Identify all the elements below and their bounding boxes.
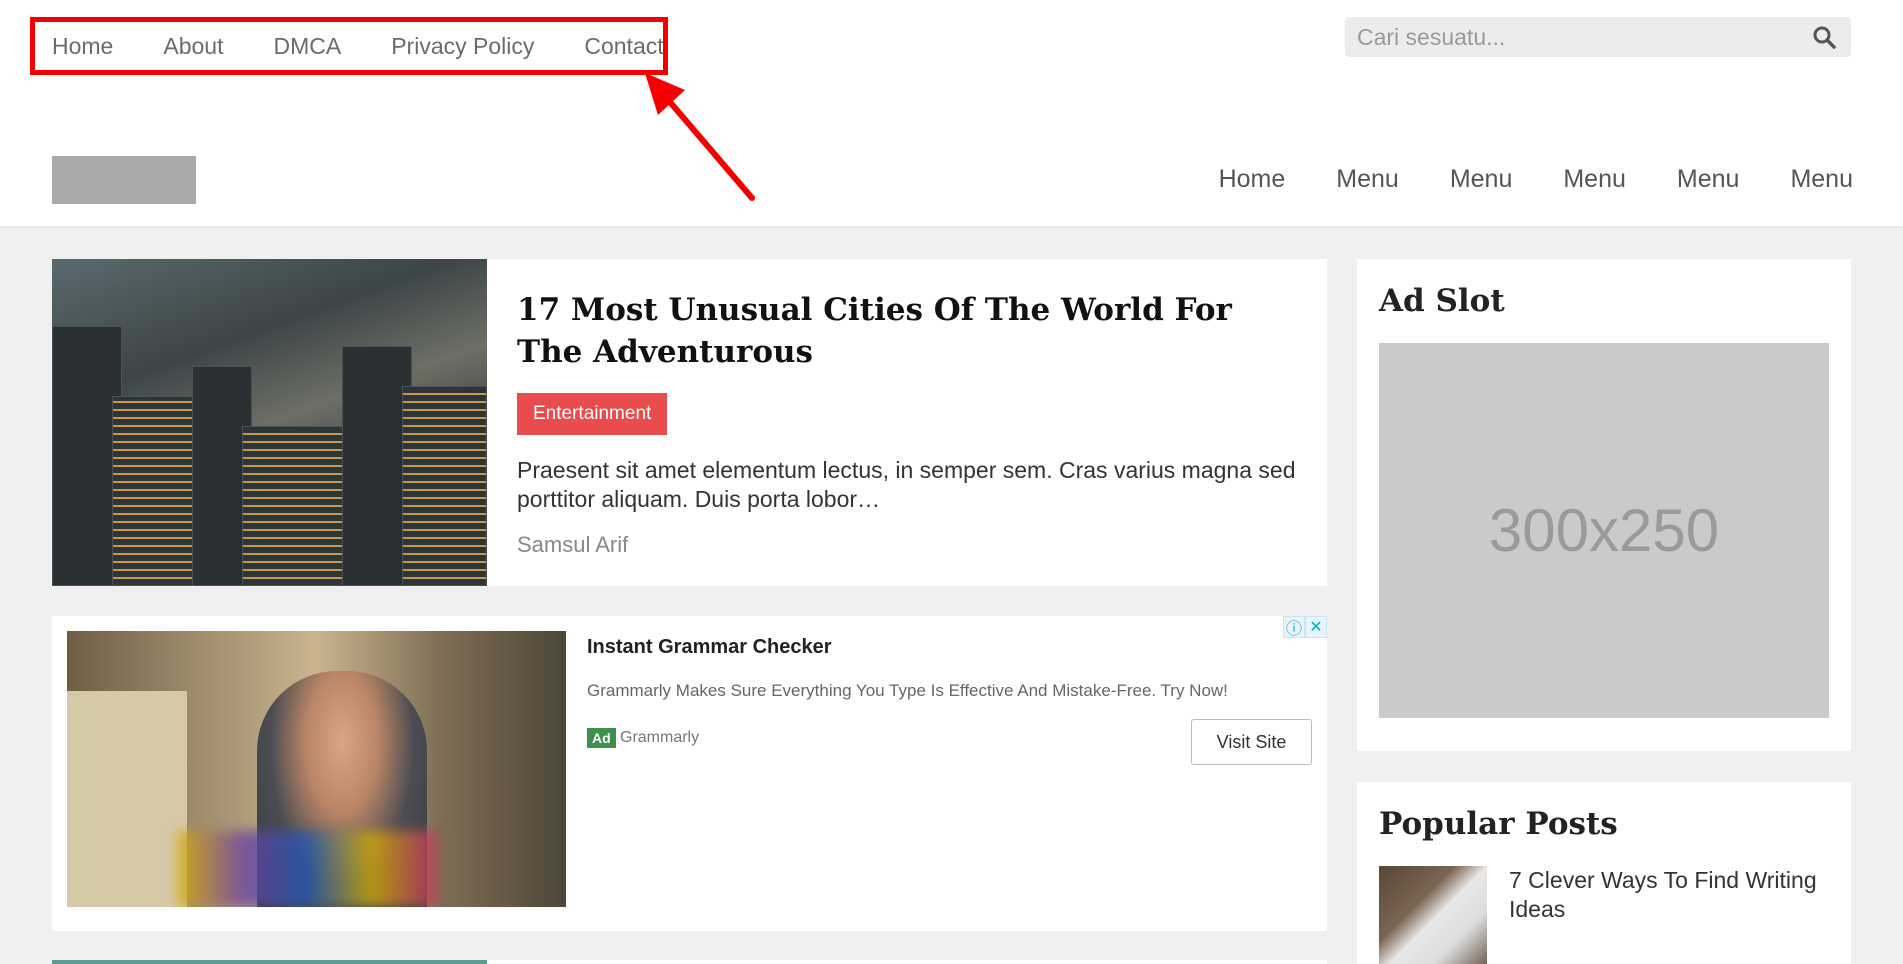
ad-badge: Ad: [587, 728, 616, 748]
search-box: [1345, 17, 1851, 57]
main-nav-menu-link[interactable]: Menu: [1336, 165, 1399, 194]
post-thumbnail[interactable]: [52, 259, 487, 586]
top-navigation: Home About DMCA Privacy Policy Contact: [30, 17, 668, 75]
post-thumbnail[interactable]: [52, 960, 487, 964]
ad-slot-widget: Ad Slot 300x250: [1357, 259, 1851, 751]
site-logo[interactable]: [52, 156, 196, 204]
site-header: Home About DMCA Privacy Policy Contact H…: [0, 0, 1903, 226]
popular-post-item[interactable]: 7 Clever Ways To Find Writing Ideas: [1379, 866, 1829, 964]
popular-posts-widget: Popular Posts 7 Clever Ways To Find Writ…: [1357, 782, 1851, 964]
close-icon[interactable]: ✕: [1305, 616, 1327, 638]
ad-choices: ⓘ ✕: [1283, 616, 1327, 638]
ad-advertiser: Grammarly: [620, 729, 700, 746]
info-icon[interactable]: ⓘ: [1283, 616, 1305, 638]
ad-headline[interactable]: Instant Grammar Checker: [587, 636, 832, 659]
category-badge[interactable]: Entertainment: [517, 393, 668, 435]
ad-image[interactable]: [67, 631, 566, 907]
search-input[interactable]: [1357, 23, 1809, 51]
main-nav-home-link[interactable]: Home: [1219, 165, 1286, 194]
post-card: 17 Most Unusual Cities Of The World For …: [52, 259, 1327, 586]
post-excerpt: Praesent sit amet elementum lectus, in s…: [517, 457, 1296, 512]
main-nav-menu-link[interactable]: Menu: [1563, 165, 1626, 194]
widget-title: Popular Posts: [1379, 806, 1618, 842]
main-nav-menu-link[interactable]: Menu: [1790, 165, 1853, 194]
native-ad: Instant Grammar Checker Grammarly Makes …: [52, 616, 1327, 931]
ad-description: Grammarly Makes Sure Everything You Type…: [587, 681, 1228, 700]
main-navigation: Home Menu Menu Menu Menu Menu: [1168, 165, 1853, 194]
top-nav-about-link[interactable]: About: [163, 33, 223, 60]
top-nav-privacy-link[interactable]: Privacy Policy: [391, 33, 534, 60]
visit-site-button[interactable]: Visit Site: [1191, 719, 1312, 765]
main-nav-menu-link[interactable]: Menu: [1450, 165, 1513, 194]
widget-title: Ad Slot: [1379, 283, 1505, 319]
top-nav-contact-link[interactable]: Contact: [584, 33, 663, 60]
search-icon[interactable]: [1809, 22, 1839, 52]
post-title[interactable]: 17 Most Unusual Cities Of The World For …: [517, 289, 1297, 373]
top-nav-home-link[interactable]: Home: [52, 33, 113, 60]
post-body: 17 Most Unusual Cities Of The World For …: [487, 259, 1327, 586]
popular-post-title[interactable]: 7 Clever Ways To Find Writing Ideas: [1509, 866, 1829, 964]
post-card-partial: [52, 960, 1327, 964]
post-author[interactable]: Samsul Arif: [517, 532, 1297, 558]
popular-post-thumbnail[interactable]: [1379, 866, 1487, 964]
annotation-arrow-icon: [645, 73, 755, 201]
main-nav-menu-link[interactable]: Menu: [1677, 165, 1740, 194]
ad-slot-placeholder: 300x250: [1379, 343, 1829, 718]
top-nav-dmca-link[interactable]: DMCA: [273, 33, 341, 60]
